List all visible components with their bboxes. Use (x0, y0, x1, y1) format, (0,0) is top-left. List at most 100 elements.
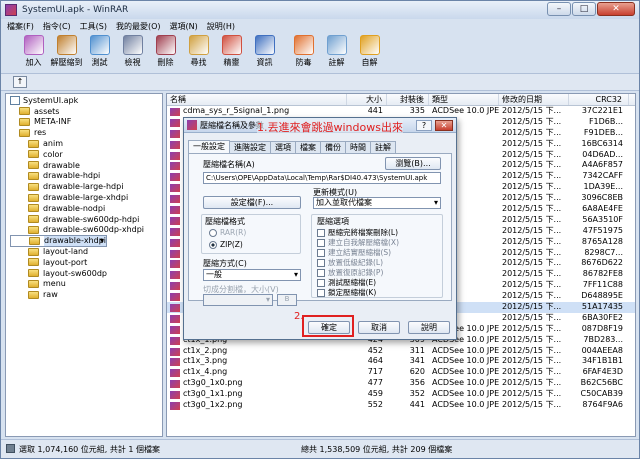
help-button[interactable]: 說明 (408, 321, 450, 334)
table-row[interactable]: ct1x_4.png 717 620 ACDSee 10.0 JPEG 2012/5/1… (167, 367, 635, 378)
tree-item[interactable]: raw (10, 289, 162, 300)
tab-general[interactable]: 一般設定 (188, 140, 230, 153)
profiles-button[interactable]: 設定檔(F)... (203, 196, 301, 209)
toolbar-test-button[interactable]: 測試 (83, 33, 116, 71)
toolbar-info-button[interactable]: 資訊 (248, 33, 281, 71)
cell: 7FF11C88 (582, 280, 623, 290)
checkbox-icon (317, 258, 325, 267)
dialog-help-button[interactable]: ? (416, 120, 432, 131)
toolbar-wizard-button[interactable]: 精靈 (215, 33, 248, 71)
folder-tree[interactable]: SystemUI.apk assets META-INF res anim color d… (5, 93, 163, 437)
png-file-icon (170, 282, 180, 291)
tree-item[interactable]: res (10, 127, 162, 138)
tree-item[interactable]: drawable-large-hdpi (10, 181, 162, 192)
tree-item[interactable]: drawable (10, 160, 162, 171)
minimize-button[interactable]: – (547, 2, 571, 16)
browse-button[interactable]: 瀏覽(B)... (385, 157, 441, 170)
toolbar-view-button[interactable]: 檢視 (116, 33, 149, 71)
format-label: 壓縮檔格式 (205, 217, 245, 226)
cancel-button[interactable]: 取消 (358, 321, 400, 334)
cell: 004AEEA8 (581, 345, 623, 355)
png-file-icon (170, 336, 180, 345)
tree-item[interactable]: menu (10, 279, 162, 290)
toolbar-sfx-button[interactable]: 自解 (353, 33, 386, 71)
tree-item[interactable]: drawable-sw600dp-hdpi (10, 214, 162, 225)
tab-advanced[interactable]: 進階設定 (229, 141, 271, 153)
tab-options[interactable]: 選項 (270, 141, 296, 153)
cell: 47F51975 (582, 225, 623, 235)
table-row[interactable]: ct3g0_1x0.png 477 356 ACDSee 10.0 JPEG 2012/… (167, 378, 635, 389)
table-row[interactable]: cdma_sys_r_5signal_1.png 441 335 ACDSee 10.… (167, 106, 635, 117)
update-mode-select[interactable]: 加入並取代檔案 (313, 197, 441, 209)
tab-backup[interactable]: 備份 (320, 141, 346, 153)
menu-tools[interactable]: 工具(S) (80, 21, 107, 32)
toolbar-delete-button[interactable]: 刪除 (149, 33, 182, 71)
tree-item[interactable]: drawable-sw600dp-xhdpi (10, 225, 162, 236)
png-file-icon (170, 238, 180, 247)
tree-item[interactable]: drawable-large-xhdpi (10, 192, 162, 203)
col-modified[interactable]: 修改的日期 (499, 94, 569, 105)
menu-favorites[interactable]: 我的最愛(O) (116, 21, 161, 32)
toolbar-extract-to-button[interactable]: 解壓縮到 (50, 33, 83, 71)
tree-root[interactable]: SystemUI.apk (10, 95, 162, 106)
col-crc[interactable]: CRC32 (569, 94, 629, 105)
table-row[interactable]: ct1x_3.png 464 341 ACDSee 10.0 JPEG 2012/5/1… (167, 356, 635, 367)
tree-item[interactable]: anim (10, 138, 162, 149)
col-name[interactable]: 名稱 (167, 94, 347, 105)
tree-item[interactable]: drawable-nodpi (10, 203, 162, 214)
menu-commands[interactable]: 指令(C) (43, 21, 71, 32)
menu-file[interactable]: 檔案(F) (7, 21, 34, 32)
tree-item[interactable]: layout-port (10, 257, 162, 268)
tree-item[interactable]: color (10, 149, 162, 160)
tree-item[interactable]: layout-sw600dp (10, 268, 162, 279)
col-size[interactable]: 大小 (347, 94, 387, 105)
toolbar-find-button[interactable]: 尋找 (182, 33, 215, 71)
table-row[interactable]: ct3g0_1x2.png 552 441 ACDSee 10.0 JPEG 2012/… (167, 400, 635, 411)
folder-icon (28, 150, 39, 159)
up-folder-button[interactable]: ↑ (13, 76, 27, 88)
menu-options[interactable]: 選項(N) (170, 21, 198, 32)
title-bar[interactable]: SystemUI.apk - WinRAR – □ ✕ (1, 1, 639, 19)
cell: 341 (409, 356, 425, 366)
lock-archive-checkbox[interactable]: 鎖定壓縮檔(K) (317, 287, 376, 298)
png-file-icon (170, 401, 180, 410)
png-file-icon (170, 380, 180, 389)
tree-item[interactable]: assets (10, 106, 162, 117)
tree-item[interactable]: drawable-xhdpi (10, 235, 108, 248)
tree-item[interactable]: META-INF (10, 117, 162, 128)
archive-path-input[interactable]: C:\Users\OPE\AppData\Local\Temp\Rar$DI40… (203, 172, 441, 184)
tree-item[interactable]: layout-land (10, 246, 162, 257)
png-file-icon (170, 173, 180, 182)
col-type[interactable]: 類型 (429, 94, 499, 105)
method-select[interactable]: 一般 (203, 269, 301, 281)
png-file-icon (170, 249, 180, 258)
split-unit[interactable]: B (277, 294, 297, 306)
menu-help[interactable]: 說明(H) (207, 21, 235, 32)
tree-item[interactable]: drawable-hdpi (10, 171, 162, 182)
archive-name-dialog: 壓縮檔名稱及參數 ? ✕ 一般設定 進階設定 選項 檔案 備份 時間 註解 壓縮… (183, 117, 457, 340)
cell: 2012/5/15 下... (502, 280, 562, 290)
cell: 2012/5/15 下... (502, 225, 562, 235)
toolbar-virus-scan-button[interactable]: 防毒 (287, 33, 320, 71)
cell: 452 (367, 345, 383, 355)
split-size-select[interactable] (203, 294, 273, 306)
zip-radio[interactable]: ZIP(Z) (209, 240, 243, 249)
cell: 2012/5/15 下... (502, 312, 562, 322)
table-row[interactable]: ct3g0_1x1.png 459 352 ACDSee 10.0 JPEG 2012/… (167, 389, 635, 400)
checkbox-icon (317, 268, 325, 277)
rar-radio[interactable]: RAR(R) (209, 228, 246, 237)
dialog-close-button[interactable]: ✕ (435, 120, 453, 131)
maximize-button[interactable]: □ (572, 2, 596, 16)
cell: 2012/5/15 下... (502, 247, 562, 257)
close-button[interactable]: ✕ (597, 2, 635, 16)
toolbar-comment-button[interactable]: 註解 (320, 33, 353, 71)
dialog-title: 壓縮檔名稱及參數 (200, 120, 264, 130)
toolbar-add-button[interactable]: 加入 (17, 33, 50, 71)
tab-comment[interactable]: 註解 (370, 141, 396, 153)
tab-time[interactable]: 時間 (345, 141, 371, 153)
table-row[interactable]: ct1x_2.png 452 311 ACDSee 10.0 JPEG 2012/5/1… (167, 346, 635, 357)
col-packed[interactable]: 封裝後 (387, 94, 429, 105)
info-icon (254, 35, 275, 55)
tab-files[interactable]: 檔案 (295, 141, 321, 153)
method-label: 壓縮方式(C) (203, 259, 247, 268)
